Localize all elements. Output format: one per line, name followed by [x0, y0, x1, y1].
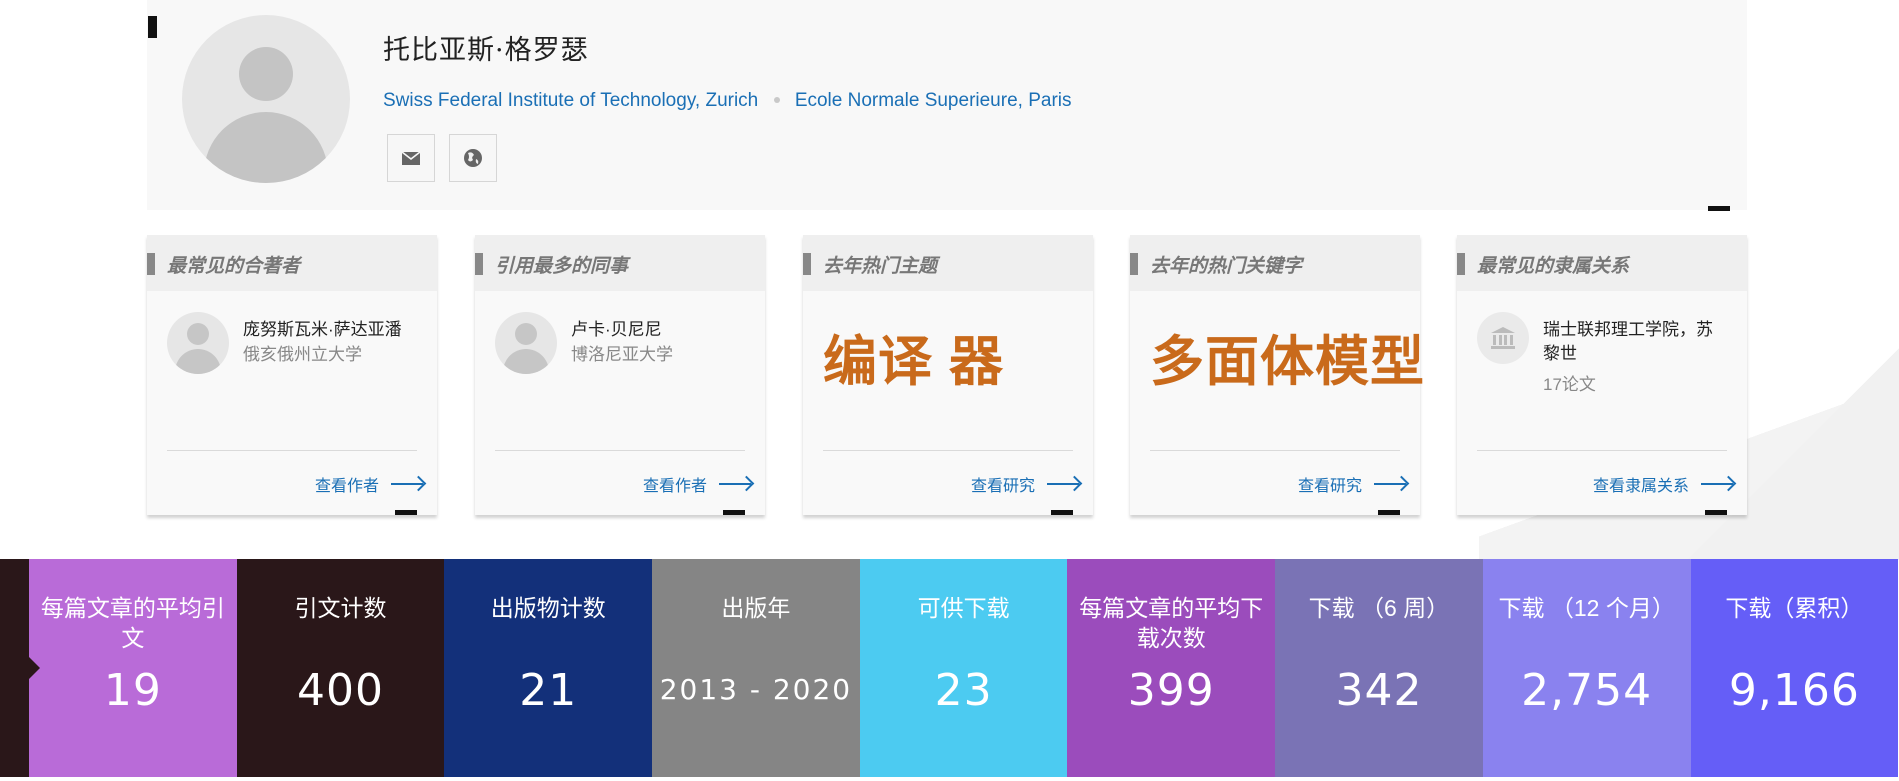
stat-downloads-total: 下载（累积） 9,166 [1690, 559, 1899, 777]
view-research-link[interactable]: 查看研究 [1298, 472, 1408, 496]
arrow-right-icon [1701, 477, 1735, 491]
stat-publication-count: 出版物计数 21 [444, 559, 653, 777]
person-item[interactable]: 卢卡·贝尼尼 博洛尼亚大学 [495, 312, 673, 374]
stat-avg-downloads: 每篇文章的平均下载次数 399 [1067, 559, 1276, 777]
paper-count: 17论文 [1543, 375, 1596, 394]
person-item[interactable]: 庞努斯瓦米·萨达亚潘 俄亥俄州立大学 [167, 312, 402, 374]
stat-value: 19 [103, 665, 162, 716]
stat-label: 下载 （12 个月） [1498, 595, 1675, 621]
card-title: 引用最多的同事 [495, 256, 629, 277]
arrow-right-icon [391, 477, 425, 491]
stat-label: 每篇文章的平均下载次数 [1079, 595, 1264, 651]
stat-value: 9,166 [1728, 665, 1860, 716]
stat-downloads-12m: 下载 （12 个月） 2,754 [1482, 559, 1691, 777]
section-marker [1708, 206, 1730, 211]
arrow-right-icon [1374, 477, 1408, 491]
card-title: 去年热门主题 [823, 256, 938, 277]
card-affiliation: 最常见的隶属关系 瑞士联邦理工学院，苏黎世 17论文 查看隶属关系 [1457, 235, 1747, 515]
website-button[interactable] [449, 134, 497, 182]
institution-name[interactable]: 瑞士联邦理工学院，苏黎世 [1543, 318, 1723, 366]
affiliation-link[interactable]: Ecole Normale Superieure, Paris [795, 90, 1072, 111]
person-institution: 俄亥俄州立大学 [243, 345, 362, 364]
link-label: 查看研究 [970, 478, 1035, 495]
stat-available-downloads: 可供下载 23 [859, 559, 1068, 777]
stat-label: 每篇文章的平均引文 [40, 595, 225, 651]
affiliation-link[interactable]: Swiss Federal Institute of Technology, Z… [383, 90, 758, 111]
email-button[interactable] [387, 134, 435, 182]
topic-text[interactable]: 编译 器 [823, 317, 1004, 396]
person-institution: 博洛尼亚大学 [571, 345, 673, 364]
profile-header: 托比亚斯·格罗瑟 Swiss Federal Institute of Tech… [147, 0, 1747, 210]
view-authors-link[interactable]: 查看作者 [315, 472, 425, 496]
metrics-bar: 每篇文章的平均引文 19 引文计数 400 出版物计数 21 出版年 2013 - 20… [0, 559, 1899, 777]
separator-dot [773, 97, 780, 103]
globe-icon [464, 149, 482, 167]
view-affiliations-link[interactable]: 查看隶属关系 [1593, 472, 1735, 496]
email-icon [402, 151, 420, 165]
link-label: 查看研究 [1297, 478, 1362, 495]
link-label: 查看作者 [642, 478, 707, 495]
person-name[interactable]: 庞努斯瓦米·萨达亚潘 [243, 318, 402, 342]
link-label: 查看隶属关系 [1592, 478, 1689, 495]
stat-value: 400 [297, 665, 385, 716]
stat-value: 21 [519, 665, 578, 716]
stat-value: 342 [1335, 665, 1423, 716]
stat-label: 出版物计数 [490, 595, 606, 621]
keyword-text[interactable]: 多面体模型 [1150, 317, 1425, 396]
arrow-right-icon [719, 477, 753, 491]
affiliation-item[interactable]: 瑞士联邦理工学院，苏黎世 17论文 [1477, 312, 1723, 398]
profile-name: 托比亚斯·格罗瑟 [383, 35, 589, 66]
stat-publication-years: 出版年 2013 - 2020 [652, 559, 860, 777]
corner-marker [148, 16, 157, 38]
stat-value: 2,754 [1521, 665, 1653, 716]
arrow-right-icon [1047, 477, 1081, 491]
card-cited-colleague: 引用最多的同事 卢卡·贝尼尼 博洛尼亚大学 查看作者 [475, 235, 765, 515]
stat-downloads-6w: 下载 （6 周） 342 [1275, 559, 1483, 777]
person-name[interactable]: 卢卡·贝尼尼 [571, 318, 673, 342]
view-research-link[interactable]: 查看研究 [971, 472, 1081, 496]
metrics-edge-tab[interactable] [0, 559, 40, 777]
institution-icon [1477, 312, 1529, 364]
card-coauthor: 最常见的合著者 庞努斯瓦米·萨达亚潘 俄亥俄州立大学 查看作者 [147, 235, 437, 515]
profile-avatar [182, 15, 350, 183]
avatar [167, 312, 229, 374]
stat-citation-count: 引文计数 400 [236, 559, 445, 777]
stat-label: 可供下载 [917, 595, 1010, 621]
card-title: 去年的热门关键字 [1150, 256, 1303, 277]
card-hot-topic: 去年热门主题 编译 器 查看研究 [803, 235, 1093, 515]
stat-avg-citations: 每篇文章的平均引文 19 [29, 559, 237, 777]
view-authors-link[interactable]: 查看作者 [643, 472, 753, 496]
stat-value: 399 [1127, 665, 1215, 716]
card-hot-keyword: 去年的热门关键字 多面体模型 查看研究 [1130, 235, 1424, 515]
stat-value: 2013 - 2020 [659, 673, 853, 706]
stat-label: 下载 （6 周） [1308, 595, 1450, 621]
stat-value: 23 [934, 665, 993, 716]
stat-label: 引文计数 [294, 595, 387, 621]
avatar [495, 312, 557, 374]
link-label: 查看作者 [314, 478, 379, 495]
card-title: 最常见的隶属关系 [1477, 256, 1630, 277]
stat-label: 出版年 [721, 595, 791, 621]
profile-affiliations: Swiss Federal Institute of Technology, Z… [383, 90, 1072, 112]
stat-label: 下载（累积） [1725, 595, 1864, 621]
card-title: 最常见的合著者 [167, 256, 301, 277]
